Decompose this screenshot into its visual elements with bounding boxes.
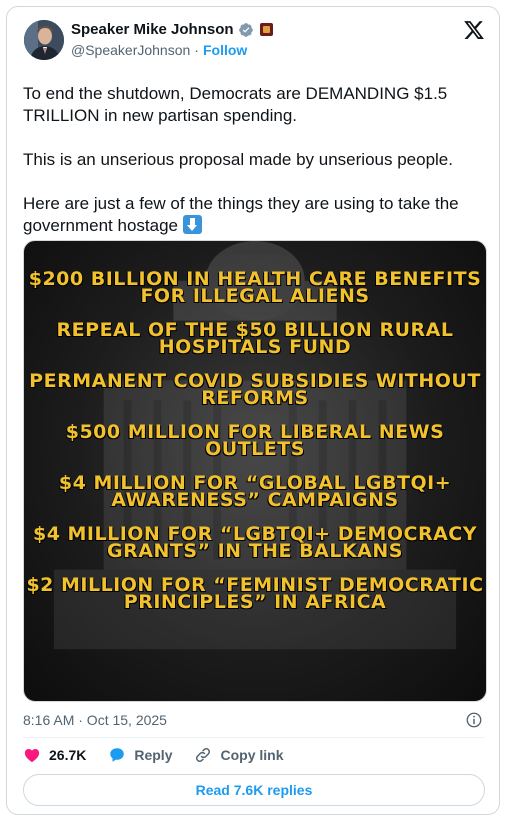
down-arrow-emoji-icon (182, 215, 202, 234)
read-replies-button[interactable]: Read 7.6K replies (23, 774, 485, 806)
tweet-image[interactable]: $200 BILLION IN HEALTH CARE BENEFITS FOR… (23, 240, 487, 702)
demand-item: PERMANENT COVID SUBSIDIES WITHOUT REFORM… (29, 370, 481, 409)
tweet-paragraph-2: This is an unserious proposal made by un… (23, 150, 453, 169)
demand-item: $500 MILLION FOR LIBERAL NEWS OUTLETS (65, 421, 445, 460)
action-bar: 26.7K Reply Copy link (23, 746, 284, 764)
info-icon[interactable] (465, 711, 483, 729)
like-count: 26.7K (49, 747, 87, 763)
author-handle[interactable]: @SpeakerJohnson (71, 42, 190, 58)
demand-item: $4 MILLION FOR “GLOBAL LGBTQI+ AWARENESS… (58, 472, 452, 511)
author-handle-row: @SpeakerJohnson · Follow (71, 42, 247, 58)
demand-item: $200 BILLION IN HEALTH CARE BENEFITS FOR… (28, 268, 482, 307)
reply-button[interactable]: Reply (108, 746, 172, 764)
demand-item: $2 MILLION FOR “FEMINIST DEMOCRATIC PRIN… (26, 574, 484, 613)
author-name[interactable]: Speaker Mike Johnson (71, 21, 234, 38)
author-name-row: Speaker Mike Johnson (71, 21, 273, 38)
follow-button[interactable]: Follow (203, 42, 247, 58)
tweet-timestamp[interactable]: 8:16 AM · Oct 15, 2025 (23, 712, 167, 728)
demand-list: $200 BILLION IN HEALTH CARE BENEFITS FOR… (24, 268, 486, 613)
tweet-paragraph-3: Here are just a few of the things they a… (23, 194, 464, 235)
reply-bubble-icon (110, 748, 125, 762)
verified-badge-icon (238, 22, 253, 37)
heart-icon (24, 749, 40, 763)
demand-item: $4 MILLION FOR “LGBTQI+ DEMOCRACY GRANTS… (32, 523, 478, 562)
copy-link-label: Copy link (220, 747, 284, 763)
like-button[interactable]: 26.7K (23, 746, 86, 764)
link-icon (196, 747, 211, 763)
avatar[interactable] (24, 20, 64, 60)
separator-dot: · (194, 42, 199, 58)
affiliate-badge-icon (259, 23, 273, 36)
tweet-paragraph-1: To end the shutdown, Democrats are DEMAN… (23, 84, 452, 125)
tweet-card: Speaker Mike Johnson @SpeakerJohnson · F… (6, 6, 500, 815)
x-logo-icon[interactable] (463, 19, 485, 41)
reply-label: Reply (134, 747, 173, 763)
tweet-text: To end the shutdown, Democrats are DEMAN… (23, 83, 485, 237)
demand-item: REPEAL OF THE $50 BILLION RURAL HOSPITAL… (56, 319, 454, 358)
divider (23, 737, 485, 738)
copy-link-button[interactable]: Copy link (194, 746, 284, 764)
